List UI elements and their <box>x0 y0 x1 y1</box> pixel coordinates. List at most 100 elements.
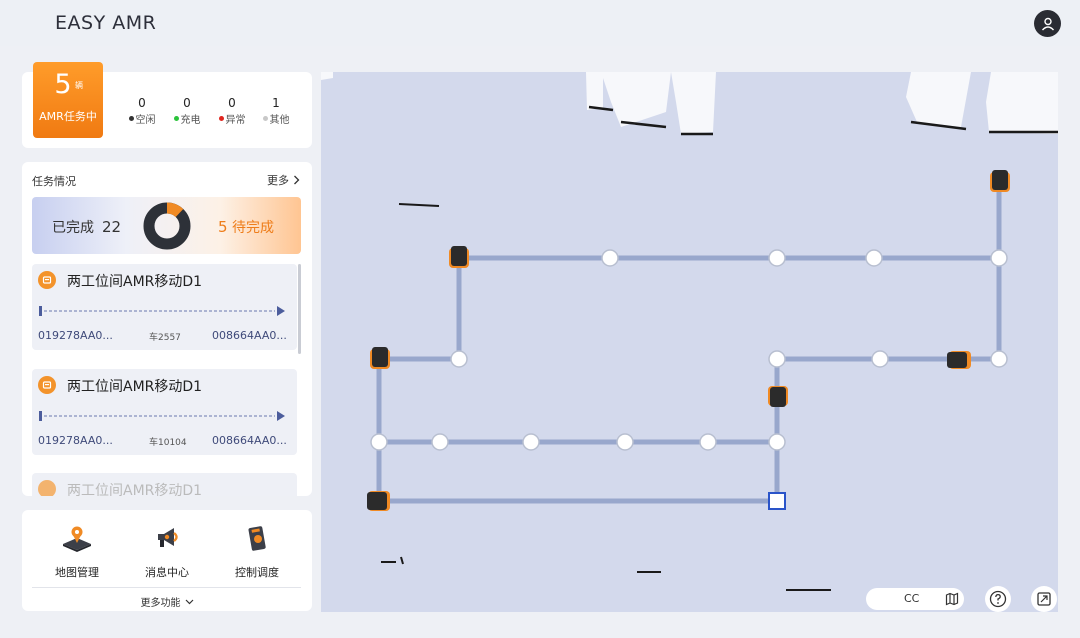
top-bar: EASY AMR <box>0 0 1080 46</box>
stat-error: 0 异常 <box>212 95 252 126</box>
task-item[interactable]: 两工位间AMR移动D1 019278AA0... 车10104 008664AA… <box>32 369 297 455</box>
pending-value: 5 <box>218 218 228 236</box>
app-title: EASY AMR <box>55 12 157 34</box>
amr-robot-icon[interactable] <box>370 347 390 369</box>
task-name: 两工位间AMR移动D1 <box>67 483 203 496</box>
task-name: 两工位间AMR移动D1 <box>67 379 203 395</box>
stat-other-value: 1 <box>272 96 280 110</box>
stat-other: 1 其他 <box>256 95 296 126</box>
task-progress-track <box>39 411 285 421</box>
task-name: 两工位间AMR移动D1 <box>67 274 203 290</box>
waypoint[interactable] <box>990 249 1008 267</box>
task-car: 车10104 <box>149 438 187 448</box>
waypoint[interactable] <box>768 433 786 451</box>
waypoint[interactable] <box>768 350 786 368</box>
task-to: 008664AA0... <box>212 329 287 342</box>
waypoint[interactable] <box>865 249 883 267</box>
task-status-card: 任务情况 更多 已完成 22 5 待完成 两工位间AMR移动D1 019278A… <box>22 162 312 496</box>
task-car: 车2557 <box>149 333 181 343</box>
active-amr-box[interactable]: 5 辆 AMR任务中 <box>33 62 103 138</box>
stat-error-label: 异常 <box>225 115 246 126</box>
waypoint[interactable] <box>990 350 1008 368</box>
task-from: 019278AA0... <box>38 434 113 447</box>
waypoint[interactable] <box>616 433 634 451</box>
amr-robot-icon[interactable] <box>449 246 469 268</box>
functions-card: 地图管理 消息中心 控制调度 更多功能 <box>22 510 312 611</box>
task-from: 019278AA0... <box>38 329 113 342</box>
message-center-button[interactable]: 消息中心 <box>132 524 202 580</box>
stat-error-value: 0 <box>228 96 236 110</box>
amr-robot-icon[interactable] <box>947 351 971 369</box>
route-paths <box>376 177 1002 504</box>
unmapped-area <box>906 72 971 127</box>
task-robot-icon <box>38 376 56 394</box>
waypoint[interactable] <box>431 433 449 451</box>
control-dispatch-label: 控制调度 <box>235 566 279 579</box>
divider <box>32 587 301 588</box>
more-tasks-link[interactable]: 更多 <box>267 172 300 188</box>
task-donut-chart <box>143 202 191 250</box>
completed-label: 已完成 <box>52 220 94 236</box>
unmapped-area <box>321 72 333 80</box>
amr-status-card: 5 辆 AMR任务中 0 空闲 0 充电 0 异常 1 其他 <box>22 62 312 148</box>
task-to: 008664AA0... <box>212 434 287 447</box>
map-management-label: 地图管理 <box>55 566 99 579</box>
zone-label: CC <box>904 592 920 605</box>
fullscreen-button[interactable] <box>1031 586 1057 612</box>
stat-idle: 0 空闲 <box>122 95 162 126</box>
map-layer-button[interactable] <box>941 588 963 610</box>
waypoint[interactable] <box>370 433 388 451</box>
user-avatar-icon[interactable] <box>1034 10 1061 37</box>
amr-robot-icon[interactable] <box>990 170 1010 192</box>
waypoint[interactable] <box>522 433 540 451</box>
target-station[interactable] <box>768 492 786 510</box>
unmapped-area <box>586 72 603 110</box>
chevron-right-icon <box>294 175 300 185</box>
active-amr-label: AMR任务中 <box>39 110 97 123</box>
charging-dot-icon <box>173 116 179 121</box>
active-amr-unit: 辆 <box>75 81 83 90</box>
stat-other-label: 其他 <box>269 115 290 126</box>
megaphone-icon <box>158 528 178 547</box>
map-icon <box>945 592 959 606</box>
fullscreen-icon <box>1037 592 1051 606</box>
error-dot-icon <box>218 116 224 121</box>
stat-idle-value: 0 <box>138 96 146 110</box>
amr-robot-icon[interactable] <box>367 491 390 511</box>
task-item[interactable]: 两工位间AMR移动D1 019278AA0... 车2557 008664AA0… <box>32 264 297 350</box>
help-button[interactable] <box>985 586 1011 612</box>
more-functions-label: 更多功能 <box>140 598 181 609</box>
remote-control-icon <box>248 526 266 551</box>
stat-idle-label: 空闲 <box>135 115 156 126</box>
unmapped-area <box>601 72 671 127</box>
map-management-button[interactable]: 地图管理 <box>42 524 112 580</box>
more-functions-button[interactable]: 更多功能 <box>22 594 312 609</box>
stat-charging-value: 0 <box>183 96 191 110</box>
waypoint[interactable] <box>699 433 717 451</box>
task-section-title: 任务情况 <box>32 175 76 188</box>
task-robot-icon <box>38 480 56 496</box>
amr-robots <box>367 170 1010 511</box>
task-summary-banner: 已完成 22 5 待完成 <box>32 197 301 254</box>
task-robot-icon <box>38 271 56 289</box>
completed-value: 22 <box>102 218 122 236</box>
amr-robot-icon[interactable] <box>768 386 788 407</box>
route-map <box>321 72 1058 591</box>
idle-dot-icon <box>128 116 134 121</box>
waypoint[interactable] <box>768 249 786 267</box>
help-icon <box>989 590 1007 608</box>
map-canvas[interactable] <box>321 72 1058 612</box>
pending-label: 待完成 <box>232 220 274 236</box>
task-item-partial[interactable]: 两工位间AMR移动D1 <box>32 473 297 496</box>
message-center-label: 消息中心 <box>145 566 189 579</box>
waypoint[interactable] <box>601 249 619 267</box>
control-dispatch-button[interactable]: 控制调度 <box>222 524 292 580</box>
waypoint[interactable] <box>450 350 468 368</box>
waypoint[interactable] <box>871 350 889 368</box>
task-list-scrollbar[interactable] <box>298 264 301 354</box>
waypoints <box>370 249 1008 451</box>
stat-charging: 0 充电 <box>167 95 207 126</box>
chevron-down-icon <box>185 599 193 604</box>
map-management-icon <box>63 526 91 552</box>
stat-charging-label: 充电 <box>180 115 201 126</box>
